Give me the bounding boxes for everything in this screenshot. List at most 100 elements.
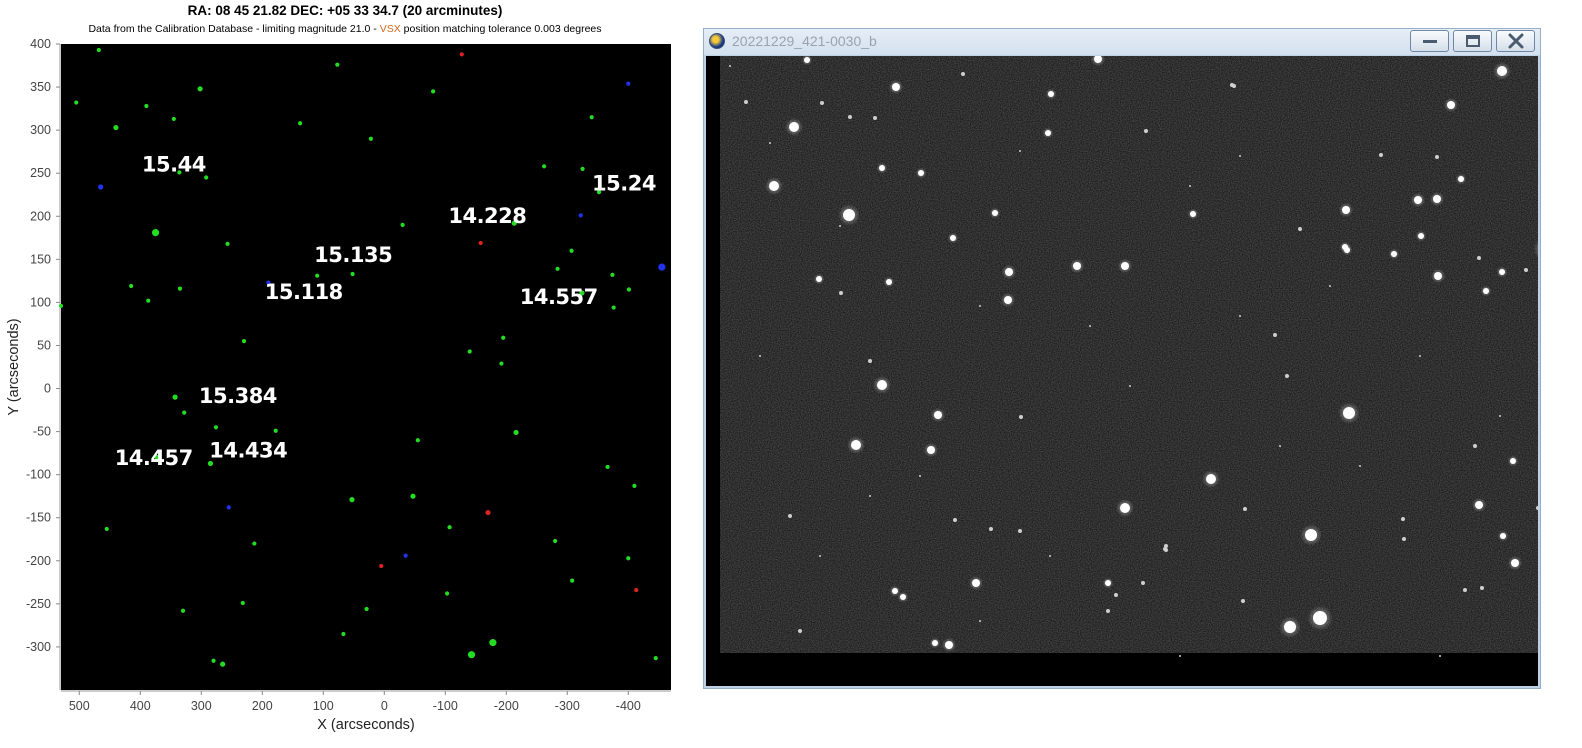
- minimize-button[interactable]: [1410, 30, 1449, 52]
- star: [1480, 586, 1484, 590]
- star-point-green: [182, 410, 187, 415]
- star: [851, 440, 861, 450]
- star: [979, 620, 981, 622]
- star: [1433, 195, 1441, 203]
- star: [744, 100, 748, 104]
- star: [979, 305, 981, 307]
- star: [1475, 501, 1483, 509]
- star-point-blue: [658, 263, 666, 271]
- x-tick-label: 500: [69, 699, 90, 713]
- star: [1121, 262, 1129, 270]
- star: [877, 380, 887, 390]
- star-point-green: [632, 483, 637, 488]
- star-point-green: [580, 166, 585, 171]
- star: [868, 359, 872, 363]
- star: [1305, 529, 1317, 541]
- star-point-red: [485, 509, 491, 516]
- star: [1190, 211, 1196, 217]
- x-tick-label: 200: [252, 699, 273, 713]
- x-tick-label: -100: [433, 699, 458, 713]
- astronomical-image[interactable]: [706, 56, 1538, 686]
- star-point-green: [241, 339, 247, 344]
- star-point-green: [410, 493, 416, 499]
- star: [1105, 580, 1111, 586]
- star: [1019, 150, 1021, 152]
- close-button[interactable]: [1496, 30, 1535, 52]
- star: [816, 276, 822, 282]
- star: [1141, 581, 1145, 585]
- y-tick-label: 0: [44, 382, 51, 396]
- magnitude-label: 15.24: [592, 171, 656, 195]
- star-point-green: [197, 86, 203, 92]
- star-point-green: [467, 651, 476, 659]
- maximize-button[interactable]: [1453, 30, 1492, 52]
- star: [1298, 227, 1302, 231]
- star-point-red: [379, 563, 384, 569]
- star-point-green: [364, 606, 369, 612]
- star: [820, 101, 824, 105]
- star: [788, 514, 792, 518]
- star: [873, 116, 877, 120]
- star: [1106, 609, 1110, 613]
- y-tick-label: 400: [30, 37, 51, 51]
- y-tick-label: 150: [30, 252, 51, 266]
- image-window[interactable]: 20221229_421-0030_b: [703, 28, 1541, 689]
- star: [1241, 599, 1245, 603]
- star: [1232, 84, 1236, 88]
- star-point-green: [74, 100, 79, 105]
- star: [1402, 537, 1406, 541]
- star-point-green: [489, 639, 497, 647]
- star: [1313, 611, 1327, 625]
- star: [1004, 296, 1012, 304]
- star: [1359, 465, 1361, 467]
- star: [1206, 474, 1216, 484]
- magnitude-label: 14.434: [209, 438, 287, 462]
- star: [1434, 272, 1442, 280]
- star-point-green: [171, 116, 176, 122]
- x-tick-label: 400: [130, 699, 151, 713]
- star: [839, 225, 841, 227]
- magnitude-label: 15.44: [142, 152, 206, 176]
- star-point-green: [172, 394, 178, 400]
- plot-background: [61, 44, 671, 690]
- y-tick-label: -250: [26, 597, 51, 611]
- x-tick-label: -200: [494, 699, 519, 713]
- star-point-green: [177, 286, 183, 291]
- star: [1419, 355, 1421, 357]
- star: [843, 209, 855, 221]
- star: [1418, 233, 1424, 239]
- y-tick-label: 200: [30, 209, 51, 223]
- scatter-chart[interactable]: 500 400 300 200 100 0 -100 -200 -300 -40040035030…: [0, 0, 690, 748]
- star: [992, 210, 998, 216]
- star: [1049, 555, 1051, 557]
- star-point-green: [610, 272, 615, 277]
- star: [819, 555, 821, 557]
- star-point-green: [349, 497, 355, 503]
- star-point-green: [129, 283, 134, 289]
- star: [1524, 268, 1528, 272]
- x-tick-label: 100: [313, 699, 334, 713]
- star: [934, 411, 942, 419]
- star-point-blue: [98, 184, 104, 190]
- x-tick-label: 300: [191, 699, 212, 713]
- star: [1164, 544, 1168, 548]
- y-axis-title: Y (arcseconds): [6, 318, 22, 415]
- star: [1018, 529, 1022, 533]
- star: [804, 57, 810, 63]
- star-point-green: [240, 600, 245, 606]
- star: [961, 72, 965, 76]
- x-axis-title: X (arcseconds): [317, 717, 415, 733]
- star-point-green: [298, 121, 303, 126]
- star: [1144, 129, 1148, 133]
- star-point-green: [626, 556, 631, 561]
- star: [1379, 153, 1383, 157]
- star: [972, 579, 980, 587]
- star-point-green: [611, 305, 616, 310]
- star: [1497, 66, 1507, 76]
- star: [1344, 247, 1350, 253]
- star-point-green: [626, 287, 632, 292]
- star: [1439, 655, 1441, 657]
- star: [1019, 415, 1023, 419]
- window-titlebar[interactable]: 20221229_421-0030_b: [704, 29, 1540, 55]
- y-tick-label: 300: [30, 123, 51, 137]
